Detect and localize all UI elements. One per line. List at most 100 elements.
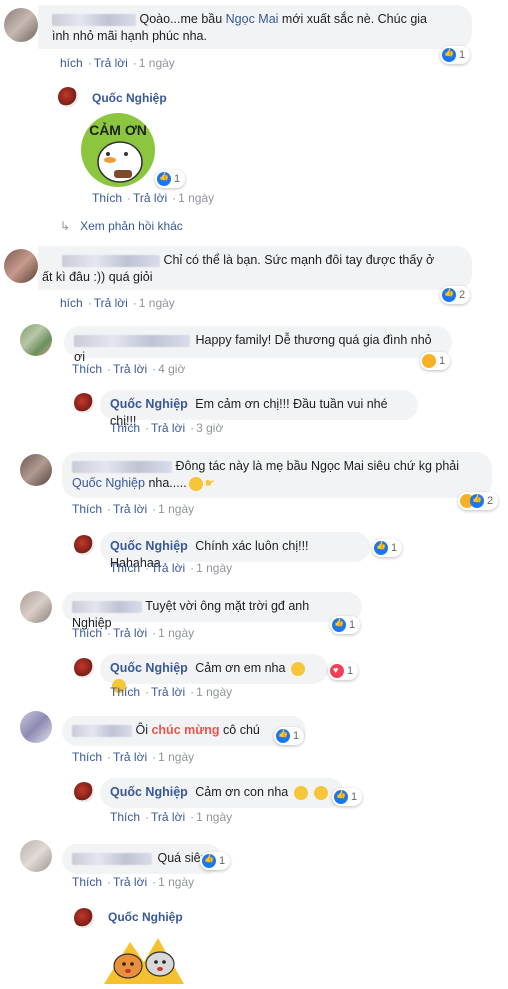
timestamp[interactable]: 4 giờ: [158, 362, 185, 376]
like-button[interactable]: Thích: [92, 191, 122, 205]
reply-bubble: Quốc Nghiệp Em cảm ơn chị!!! Đầu tuần vu…: [100, 390, 418, 428]
avatar[interactable]: [74, 658, 94, 678]
reply-button[interactable]: Trả lời: [94, 56, 128, 70]
timestamp[interactable]: 1 ngày: [196, 561, 232, 575]
reply-button[interactable]: Trả lời: [151, 421, 185, 435]
reply-button[interactable]: Trả lời: [151, 810, 185, 824]
highlighted-text: chúc mừng: [151, 723, 220, 737]
reaction-count[interactable]: 1: [372, 539, 403, 557]
avatar[interactable]: [20, 324, 52, 356]
comment-bubble: Qoào...me bầu Ngọc Mai mới xuất sắc nè. …: [38, 5, 472, 49]
reply-button[interactable]: Trả lời: [133, 191, 167, 205]
like-button[interactable]: hích: [60, 56, 83, 70]
pointing-hand-icon: ☛: [204, 476, 216, 490]
blurred-author-name: [52, 13, 136, 26]
comment-bubble: Quá siêu!: [62, 844, 222, 874]
like-button[interactable]: Thích: [72, 750, 102, 764]
timestamp[interactable]: 1 ngày: [196, 685, 232, 699]
comment-actions: Thích · Trả lời · 1 ngày: [72, 875, 195, 889]
reaction-count[interactable]: 2: [458, 492, 499, 510]
timestamp[interactable]: 1 ngày: [139, 56, 175, 70]
timestamp[interactable]: 1 ngày: [139, 296, 175, 310]
timestamp[interactable]: 1 ngày: [196, 810, 232, 824]
smile-emoji-icon: [188, 476, 203, 491]
reply-author[interactable]: Quốc Nghiệp: [92, 91, 167, 105]
like-button[interactable]: Thích: [72, 626, 102, 640]
reaction-count[interactable]: 1: [420, 352, 451, 370]
love-icon: [330, 664, 344, 678]
timestamp[interactable]: 1 ngày: [158, 502, 194, 516]
like-button[interactable]: Thích: [110, 685, 140, 699]
reply-author[interactable]: Quốc Nghiệp: [108, 910, 183, 924]
like-button[interactable]: Thích: [110, 421, 140, 435]
reply-button[interactable]: Trả lời: [113, 875, 147, 889]
avatar[interactable]: [74, 535, 94, 555]
svg-text:CẢM ƠN: CẢM ƠN: [89, 122, 147, 138]
reply-bubble: Quốc Nghiệp Chính xác luôn chị!!! Hahaha…: [100, 532, 370, 570]
avatar[interactable]: [20, 591, 52, 623]
comment-text: Ôi: [135, 723, 152, 737]
avatar[interactable]: [4, 249, 38, 283]
blurred-author-name: [72, 600, 142, 613]
reply-button[interactable]: Trả lời: [113, 362, 147, 376]
reply-button[interactable]: Trả lời: [113, 626, 147, 640]
reply-button[interactable]: Trả lời: [151, 685, 185, 699]
reply-arrow-icon: ↳: [60, 219, 71, 233]
comment-actions: Thích · Trả lời · 1 ngày: [72, 626, 195, 640]
kiss-emoji-icon: [290, 661, 305, 676]
blurred-author-name: [74, 334, 190, 347]
reply-button[interactable]: Trả lời: [151, 561, 185, 575]
timestamp[interactable]: 1 ngày: [158, 875, 194, 889]
reply-button[interactable]: Trả lời: [113, 750, 147, 764]
reply-button[interactable]: Trả lời: [113, 502, 147, 516]
reaction-count[interactable]: 2: [440, 286, 471, 304]
reaction-count[interactable]: 1: [332, 788, 363, 806]
reply-author[interactable]: Quốc Nghiệp: [110, 397, 188, 411]
avatar[interactable]: [58, 87, 78, 107]
comment-actions: Thích · Trả lời · 1 ngày: [110, 810, 233, 824]
like-button[interactable]: Thích: [72, 502, 102, 516]
like-button[interactable]: Thích: [110, 561, 140, 575]
like-button[interactable]: Thích: [72, 875, 102, 889]
haha-icon: [422, 354, 436, 368]
like-icon: [332, 618, 346, 632]
like-icon: [334, 790, 348, 804]
mention-link[interactable]: Quốc Nghiệp: [72, 476, 145, 490]
like-button[interactable]: hích: [60, 296, 83, 310]
reaction-count[interactable]: 1: [155, 170, 186, 188]
timestamp[interactable]: 3 giờ: [196, 421, 223, 435]
reply-author[interactable]: Quốc Nghiệp: [110, 785, 188, 799]
like-button[interactable]: Thích: [110, 810, 140, 824]
avatar[interactable]: [74, 393, 94, 413]
avatar[interactable]: [20, 454, 52, 486]
avatar[interactable]: [74, 908, 94, 928]
view-more-replies[interactable]: ↳ Xem phản hồi khác: [60, 219, 183, 233]
heart-eyes-emoji-icon: [293, 785, 308, 800]
timestamp[interactable]: 1 ngày: [158, 750, 194, 764]
reaction-count[interactable]: 1: [200, 852, 231, 870]
reaction-count[interactable]: 1: [440, 46, 471, 64]
reply-text: Cảm ơn con nha: [195, 785, 289, 799]
comment-bubble: Ôi chúc mừng cô chú: [62, 716, 306, 746]
blurred-author-name: [62, 254, 160, 267]
reply-button[interactable]: Trả lời: [94, 296, 128, 310]
timestamp[interactable]: 1 ngày: [178, 191, 214, 205]
avatar[interactable]: [20, 711, 52, 743]
avatar[interactable]: [4, 8, 38, 42]
comment-text: ình nhỏ mãi hạnh phúc nha.: [52, 29, 207, 43]
blurred-author-name: [72, 460, 172, 473]
mention-link[interactable]: Ngọc Mai: [226, 12, 279, 26]
like-icon: [202, 854, 216, 868]
like-button[interactable]: Thích: [72, 362, 102, 376]
timestamp[interactable]: 1 ngày: [158, 626, 194, 640]
reaction-count[interactable]: 1: [328, 662, 359, 680]
comment-actions: Thích · Trả lời · 1 ngày: [110, 561, 233, 575]
reply-author[interactable]: Quốc Nghiệp: [110, 539, 188, 553]
reply-author[interactable]: Quốc Nghiệp: [110, 661, 188, 675]
reaction-count[interactable]: 1: [330, 616, 361, 634]
reaction-count[interactable]: 1: [274, 727, 305, 745]
reply-bubble: Quốc Nghiệp Cảm ơn em nha: [100, 654, 328, 693]
avatar[interactable]: [74, 782, 94, 802]
avatar[interactable]: [20, 840, 52, 872]
comment-actions: hích · Trả lời · 1 ngày: [60, 296, 175, 310]
